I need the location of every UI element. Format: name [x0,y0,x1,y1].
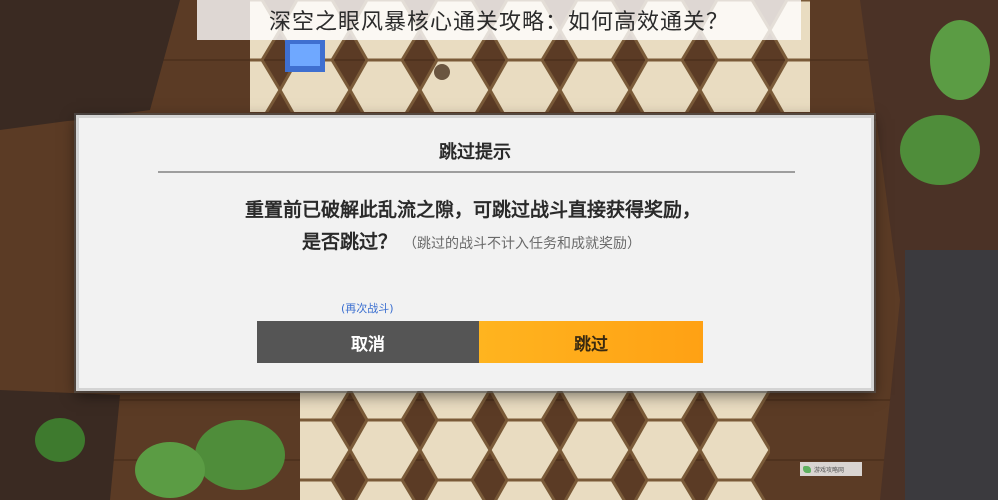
skip-button[interactable]: 跳过 [479,321,703,363]
skip-button-label: 跳过 [574,334,608,355]
cancel-button[interactable]: 取消 [257,321,479,363]
dialog-note: （跳过的战斗不计入任务和成就奖励） [403,236,642,252]
watermark-logo: 游戏攻略网 [800,462,862,476]
article-title: 深空之眼风暴核心通关攻略：如何高效通关？ [268,10,729,35]
skip-prompt-dialog: 跳过提示 重置前已破解此乱流之隙，可跳过战斗直接获得奖励， 是否跳过？ （跳过的战… [76,115,874,391]
dialog-divider [158,171,795,173]
watermark-icon [803,465,811,473]
dialog-title: 跳过提示 [439,142,511,163]
article-title-banner: 深空之眼风暴核心通关攻略：如何高效通关？ [197,0,801,40]
rebattle-link[interactable]: (再次战斗) [341,300,394,316]
dialog-message-line2: 是否跳过？ [302,231,398,253]
cancel-button-label: 取消 [351,334,385,355]
watermark-text: 游戏攻略网 [814,466,845,474]
dialog-message-line1: 重置前已破解此乱流之隙，可跳过战斗直接获得奖励， [245,199,702,221]
dialog-message: 重置前已破解此乱流之隙，可跳过战斗直接获得奖励， 是否跳过？ （跳过的战斗不计入任… [245,194,785,260]
dialog-message-line2-wrap: 是否跳过？ （跳过的战斗不计入任务和成就奖励） [302,226,785,260]
